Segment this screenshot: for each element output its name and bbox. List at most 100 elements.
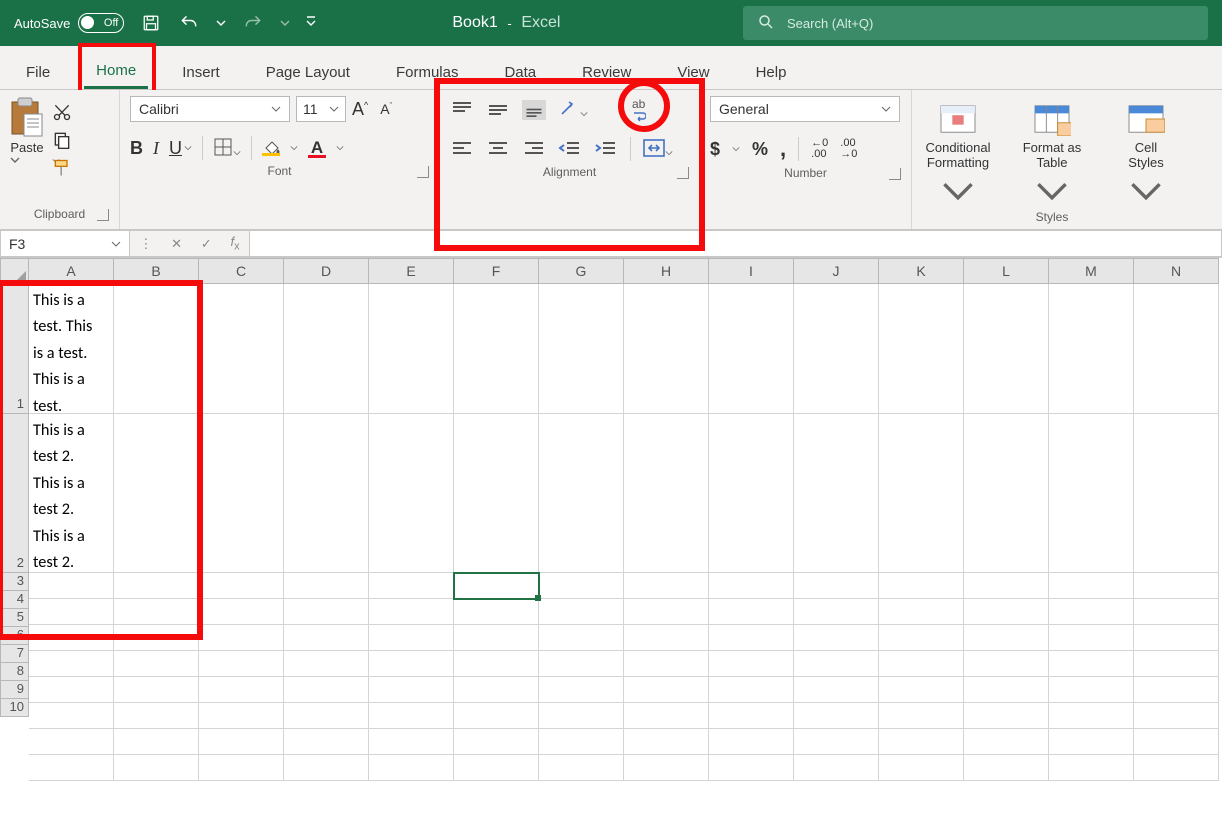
cell-A4[interactable]	[29, 599, 114, 625]
cell-J2[interactable]	[794, 414, 879, 573]
cell-K9[interactable]	[879, 729, 964, 755]
row-head-6[interactable]: 6	[0, 627, 29, 645]
cell-C10[interactable]	[199, 755, 284, 781]
cell-E6[interactable]	[369, 651, 454, 677]
cell-L4[interactable]	[964, 599, 1049, 625]
paste-button[interactable]: Paste	[10, 96, 44, 165]
tab-home[interactable]: Home	[84, 46, 148, 89]
cell-H5[interactable]	[624, 625, 709, 651]
cell-N1[interactable]	[1134, 284, 1219, 414]
cell-A5[interactable]	[29, 625, 114, 651]
cell-I10[interactable]	[709, 755, 794, 781]
cell-H2[interactable]	[624, 414, 709, 573]
cell-L5[interactable]	[964, 625, 1049, 651]
cell-C5[interactable]	[199, 625, 284, 651]
cell-E10[interactable]	[369, 755, 454, 781]
cell-styles-button[interactable]: Cell Styles	[1110, 102, 1182, 208]
cell-C2[interactable]	[199, 414, 284, 573]
cell-N5[interactable]	[1134, 625, 1219, 651]
cell-E8[interactable]	[369, 703, 454, 729]
cell-H4[interactable]	[624, 599, 709, 625]
italic-button[interactable]: I	[153, 138, 159, 159]
col-head-a[interactable]: A	[29, 258, 114, 284]
decrease-indent-icon[interactable]	[558, 139, 582, 159]
cell-A8[interactable]	[29, 703, 114, 729]
cell-K3[interactable]	[879, 573, 964, 599]
cell-J10[interactable]	[794, 755, 879, 781]
fill-color-icon[interactable]	[262, 140, 280, 156]
cell-D7[interactable]	[284, 677, 369, 703]
row-head-3[interactable]: 3	[0, 573, 29, 591]
cell-A7[interactable]	[29, 677, 114, 703]
cell-M5[interactable]	[1049, 625, 1134, 651]
col-head-e[interactable]: E	[369, 258, 454, 284]
font-color-icon[interactable]: A	[308, 138, 326, 158]
cell-H10[interactable]	[624, 755, 709, 781]
cell-J8[interactable]	[794, 703, 879, 729]
cell-I2[interactable]	[709, 414, 794, 573]
cell-H7[interactable]	[624, 677, 709, 703]
cell-M4[interactable]	[1049, 599, 1134, 625]
name-box[interactable]: F3	[0, 230, 130, 257]
cell-L7[interactable]	[964, 677, 1049, 703]
cell-A3[interactable]	[29, 573, 114, 599]
cancel-icon[interactable]: ✕	[171, 236, 182, 252]
alignment-launcher-icon[interactable]	[677, 167, 689, 179]
cell-E2[interactable]	[369, 414, 454, 573]
col-head-d[interactable]: D	[284, 258, 369, 284]
cell-E1[interactable]	[369, 284, 454, 414]
cell-I5[interactable]	[709, 625, 794, 651]
cell-G5[interactable]	[539, 625, 624, 651]
cell-L9[interactable]	[964, 729, 1049, 755]
redo-icon[interactable]	[242, 12, 264, 34]
cell-L8[interactable]	[964, 703, 1049, 729]
cell-I9[interactable]	[709, 729, 794, 755]
cell-M9[interactable]	[1049, 729, 1134, 755]
cell-A9[interactable]	[29, 729, 114, 755]
bottom-align-icon[interactable]	[522, 100, 546, 120]
cell-G1[interactable]	[539, 284, 624, 414]
cell-F3[interactable]	[454, 573, 539, 599]
underline-button[interactable]: U	[169, 138, 192, 159]
cell-N9[interactable]	[1134, 729, 1219, 755]
col-head-i[interactable]: I	[709, 258, 794, 284]
comma-icon[interactable]: ,	[780, 136, 786, 162]
cell-J3[interactable]	[794, 573, 879, 599]
cell-E3[interactable]	[369, 573, 454, 599]
cell-L10[interactable]	[964, 755, 1049, 781]
cell-K7[interactable]	[879, 677, 964, 703]
orientation-icon[interactable]	[558, 98, 588, 121]
col-head-l[interactable]: L	[964, 258, 1049, 284]
percent-icon[interactable]: %	[752, 139, 768, 160]
borders-icon[interactable]	[213, 137, 241, 160]
clipboard-launcher-icon[interactable]	[97, 209, 109, 221]
cell-B4[interactable]	[114, 599, 199, 625]
cell-E4[interactable]	[369, 599, 454, 625]
cell-D2[interactable]	[284, 414, 369, 573]
col-head-j[interactable]: J	[794, 258, 879, 284]
col-head-k[interactable]: K	[879, 258, 964, 284]
bold-button[interactable]: B	[130, 138, 143, 159]
cell-B9[interactable]	[114, 729, 199, 755]
cell-F2[interactable]	[454, 414, 539, 573]
cell-F5[interactable]	[454, 625, 539, 651]
merge-center-icon[interactable]	[643, 139, 673, 160]
cell-C8[interactable]	[199, 703, 284, 729]
autosave[interactable]: AutoSave Off	[14, 13, 124, 33]
row-head-7[interactable]: 7	[0, 645, 29, 663]
cell-G9[interactable]	[539, 729, 624, 755]
cell-H3[interactable]	[624, 573, 709, 599]
tab-formulas[interactable]: Formulas	[384, 46, 471, 89]
cell-L3[interactable]	[964, 573, 1049, 599]
row-head-9[interactable]: 9	[0, 681, 29, 699]
col-head-h[interactable]: H	[624, 258, 709, 284]
cell-F1[interactable]	[454, 284, 539, 414]
copy-icon[interactable]	[52, 130, 74, 152]
decrease-decimal-icon[interactable]: .00→0	[840, 138, 857, 160]
left-align-icon[interactable]	[450, 139, 474, 159]
cell-F10[interactable]	[454, 755, 539, 781]
cell-A6[interactable]	[29, 651, 114, 677]
cell-D3[interactable]	[284, 573, 369, 599]
cell-B6[interactable]	[114, 651, 199, 677]
cell-B5[interactable]	[114, 625, 199, 651]
